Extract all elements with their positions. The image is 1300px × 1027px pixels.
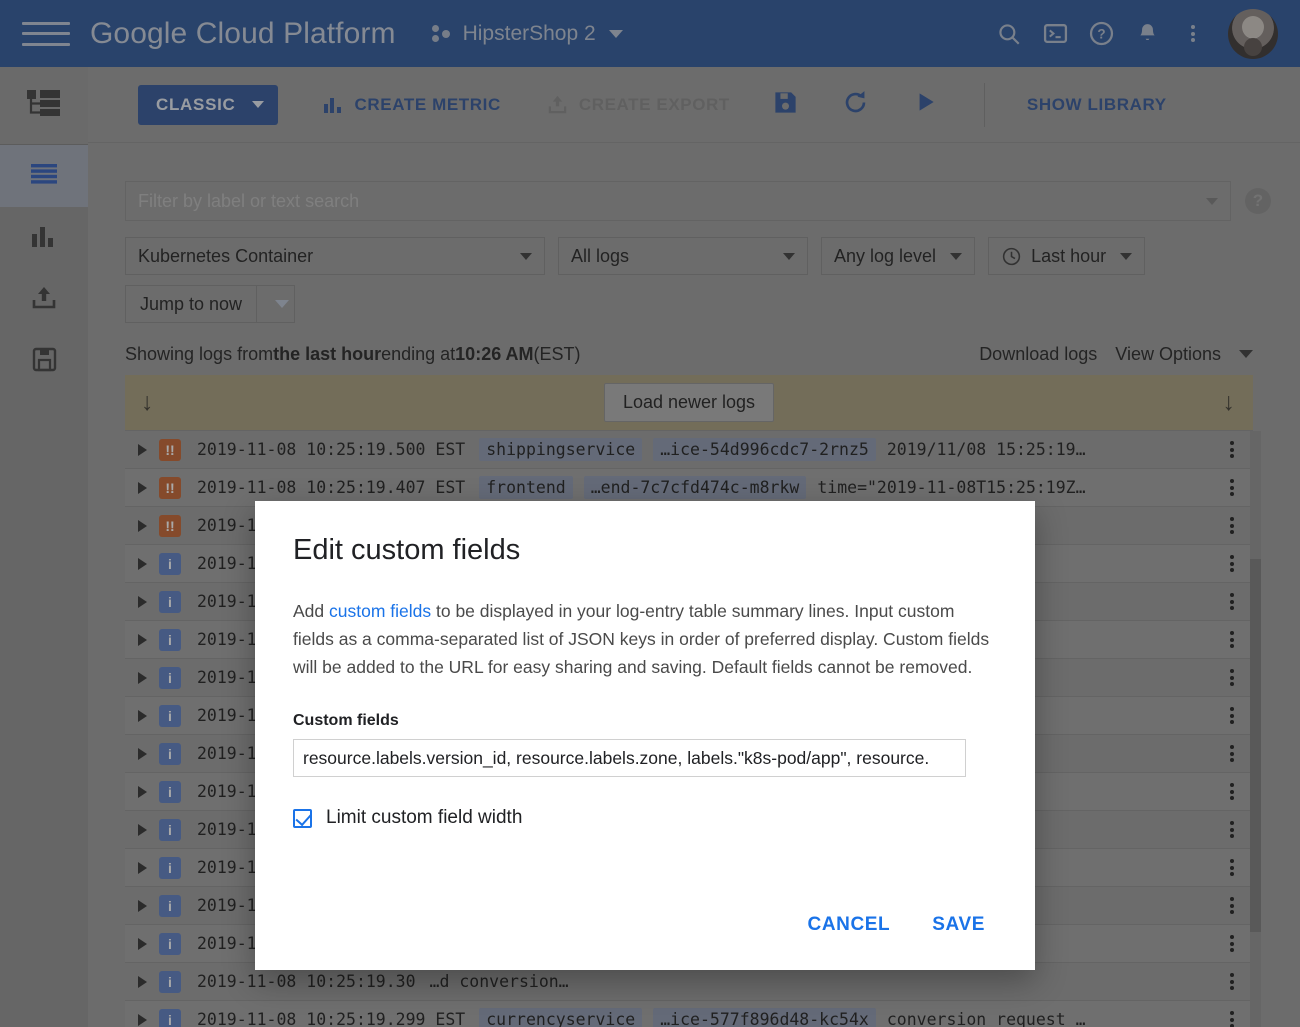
app-root: Google Cloud Platform HipsterShop 2 ? CL… — [0, 0, 1300, 1027]
custom-fields-link[interactable]: custom fields — [329, 601, 431, 621]
dialog-actions: CANCEL SAVE — [794, 904, 1000, 946]
dialog-title: Edit custom fields — [293, 534, 521, 566]
dialog-description: Add custom fields to be displayed in you… — [293, 597, 997, 681]
limit-width-checkbox-row[interactable]: Limit custom field width — [293, 807, 1035, 829]
custom-fields-input[interactable] — [293, 739, 966, 777]
custom-fields-label: Custom fields — [293, 712, 399, 729]
description-part1: Add — [293, 601, 329, 621]
save-button[interactable]: SAVE — [918, 904, 999, 946]
limit-width-checkbox[interactable] — [293, 808, 312, 828]
edit-custom-fields-dialog: Edit custom fields Add custom fields to … — [255, 501, 1035, 970]
cancel-button[interactable]: CANCEL — [794, 904, 905, 946]
limit-width-label: Limit custom field width — [326, 807, 523, 828]
